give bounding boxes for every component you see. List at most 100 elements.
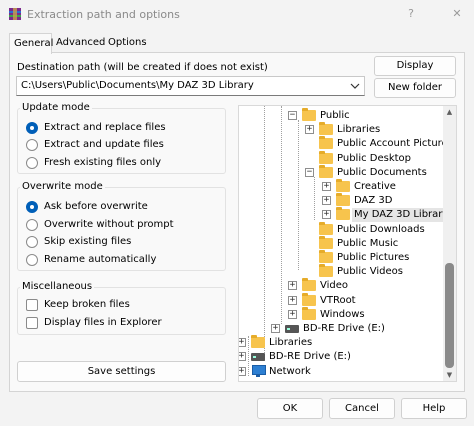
scroll-up-icon[interactable]: ▲ — [443, 106, 456, 118]
collapse-icon[interactable]: − — [288, 111, 297, 120]
checkbox-label: Keep broken files — [44, 299, 130, 310]
save-settings-button[interactable]: Save settings — [17, 361, 226, 382]
cancel-button[interactable]: Cancel — [329, 398, 395, 419]
ok-button[interactable]: OK — [257, 398, 323, 419]
folder-icon — [302, 108, 316, 121]
tree-item-label: Public Account Pictures — [337, 138, 453, 150]
tab-advanced[interactable]: Advanced — [52, 33, 105, 53]
expand-icon[interactable]: + — [322, 196, 331, 206]
folder-icon — [319, 136, 333, 150]
radio-selected-icon[interactable] — [26, 201, 38, 213]
scroll-thumb[interactable] — [445, 263, 454, 368]
tree-connector — [264, 106, 265, 361]
radio-label: Overwrite without prompt — [44, 219, 174, 230]
radio-unselected-icon[interactable] — [26, 157, 38, 169]
radio-fresh-existing[interactable]: Fresh existing files only — [26, 156, 216, 172]
drive-icon — [285, 325, 299, 333]
radio-skip-existing[interactable]: Skip existing files — [26, 235, 216, 251]
folder-icon — [319, 235, 333, 249]
tree-item-label: Video — [320, 280, 349, 292]
expand-icon[interactable]: + — [288, 295, 297, 305]
tree-connector — [248, 336, 249, 376]
tree-item-label: Libraries — [337, 124, 381, 136]
close-icon[interactable]: ✕ — [446, 4, 468, 24]
radio-label: Ask before overwrite — [44, 201, 148, 212]
folder-icon — [319, 164, 333, 178]
folder-icon — [302, 292, 316, 306]
folder-icon — [319, 150, 333, 164]
destination-path-input[interactable]: C:\Users\Public\Documents\My DAZ 3D Libr… — [16, 76, 365, 96]
tree-item-label: My DAZ 3D Library — [352, 208, 451, 223]
expand-icon[interactable]: + — [322, 210, 331, 220]
tree-item-label: Public Documents — [337, 166, 427, 178]
folder-icon — [319, 122, 333, 136]
tree-connector — [281, 106, 282, 324]
display-button[interactable]: Display — [374, 56, 456, 76]
folder-icon — [251, 335, 265, 349]
tree-item-label: Public Videos — [337, 266, 404, 278]
expand-icon[interactable]: + — [288, 309, 297, 319]
radio-extract-update[interactable]: Extract and update files — [26, 138, 216, 154]
help-button[interactable]: Help — [401, 398, 467, 419]
checkbox-display-in-explorer[interactable]: Display files in Explorer — [26, 316, 216, 332]
chevron-down-icon[interactable] — [347, 78, 363, 94]
expand-icon[interactable]: + — [322, 182, 331, 191]
scroll-down-icon[interactable]: ▼ — [443, 369, 456, 381]
folder-icon — [319, 221, 333, 235]
tree-connector — [314, 177, 315, 220]
radio-unselected-icon[interactable] — [26, 254, 38, 266]
radio-label: Extract and replace files — [44, 122, 166, 133]
radio-label: Skip existing files — [44, 236, 132, 247]
radio-selected-icon[interactable] — [26, 122, 38, 134]
radio-label: Fresh existing files only — [44, 157, 162, 168]
new-folder-button[interactable]: New folder — [374, 78, 456, 98]
radio-label: Extract and update files — [44, 139, 164, 150]
checkbox-icon[interactable] — [26, 299, 38, 311]
radio-ask-before-overwrite[interactable]: Ask before overwrite — [26, 200, 216, 216]
tree-scrollbar[interactable]: ▲ ▼ — [443, 106, 456, 381]
folder-icon — [319, 264, 333, 278]
folder-icon — [336, 207, 350, 221]
tree-item-label: Windows — [320, 308, 365, 320]
tree-item-label: Public Downloads — [337, 223, 425, 235]
expand-icon[interactable]: + — [271, 324, 280, 333]
folder-tree[interactable]: − Public + Libraries Public Account Pictures… — [238, 105, 457, 382]
tree-item-label: Public Music — [337, 237, 399, 249]
tree-item-label: VTRoot — [320, 294, 356, 306]
checkbox-icon[interactable] — [26, 317, 38, 329]
expand-icon[interactable]: + — [239, 338, 246, 348]
update-mode-title: Update mode — [20, 102, 92, 113]
expand-icon[interactable]: + — [305, 125, 314, 135]
checkbox-keep-broken-files[interactable]: Keep broken files — [26, 298, 216, 314]
expand-icon[interactable]: + — [239, 366, 246, 376]
expand-icon[interactable]: + — [288, 281, 297, 291]
radio-unselected-icon[interactable] — [26, 219, 38, 231]
overwrite-mode-title: Overwrite mode — [20, 181, 105, 192]
folder-icon — [319, 250, 333, 263]
folder-icon — [336, 179, 350, 192]
radio-unselected-icon[interactable] — [26, 139, 38, 151]
window-title: Extraction path and options — [27, 8, 180, 21]
radio-overwrite-without-prompt[interactable]: Overwrite without prompt — [26, 218, 216, 234]
radio-rename-automatically[interactable]: Rename automatically — [26, 253, 216, 269]
title-bar: Extraction path and options ? ✕ — [0, 0, 474, 29]
tab-general[interactable]: General — [9, 33, 53, 54]
radio-unselected-icon[interactable] — [26, 236, 38, 248]
tree-item-label: BD-RE Drive (E:) — [303, 323, 385, 334]
drive-icon — [251, 353, 265, 362]
radio-extract-replace[interactable]: Extract and replace files — [26, 121, 216, 137]
tree-connector — [298, 120, 299, 270]
expand-icon[interactable]: + — [239, 352, 246, 362]
winrar-app-icon — [9, 8, 21, 20]
folder-icon — [336, 193, 350, 207]
tab-options[interactable]: Options — [104, 33, 148, 53]
tree-item-label: Public — [320, 110, 350, 121]
miscellaneous-title: Miscellaneous — [20, 281, 95, 292]
checkbox-label: Display files in Explorer — [44, 317, 162, 328]
collapse-icon[interactable]: − — [305, 167, 314, 177]
tree-item-label: Network — [269, 365, 311, 377]
help-title-button[interactable]: ? — [400, 4, 422, 24]
tree-item-label: Creative — [354, 181, 396, 192]
tree-item-label: Libraries — [269, 337, 313, 349]
tree-item-label: BD-RE Drive (E:) — [269, 351, 351, 363]
